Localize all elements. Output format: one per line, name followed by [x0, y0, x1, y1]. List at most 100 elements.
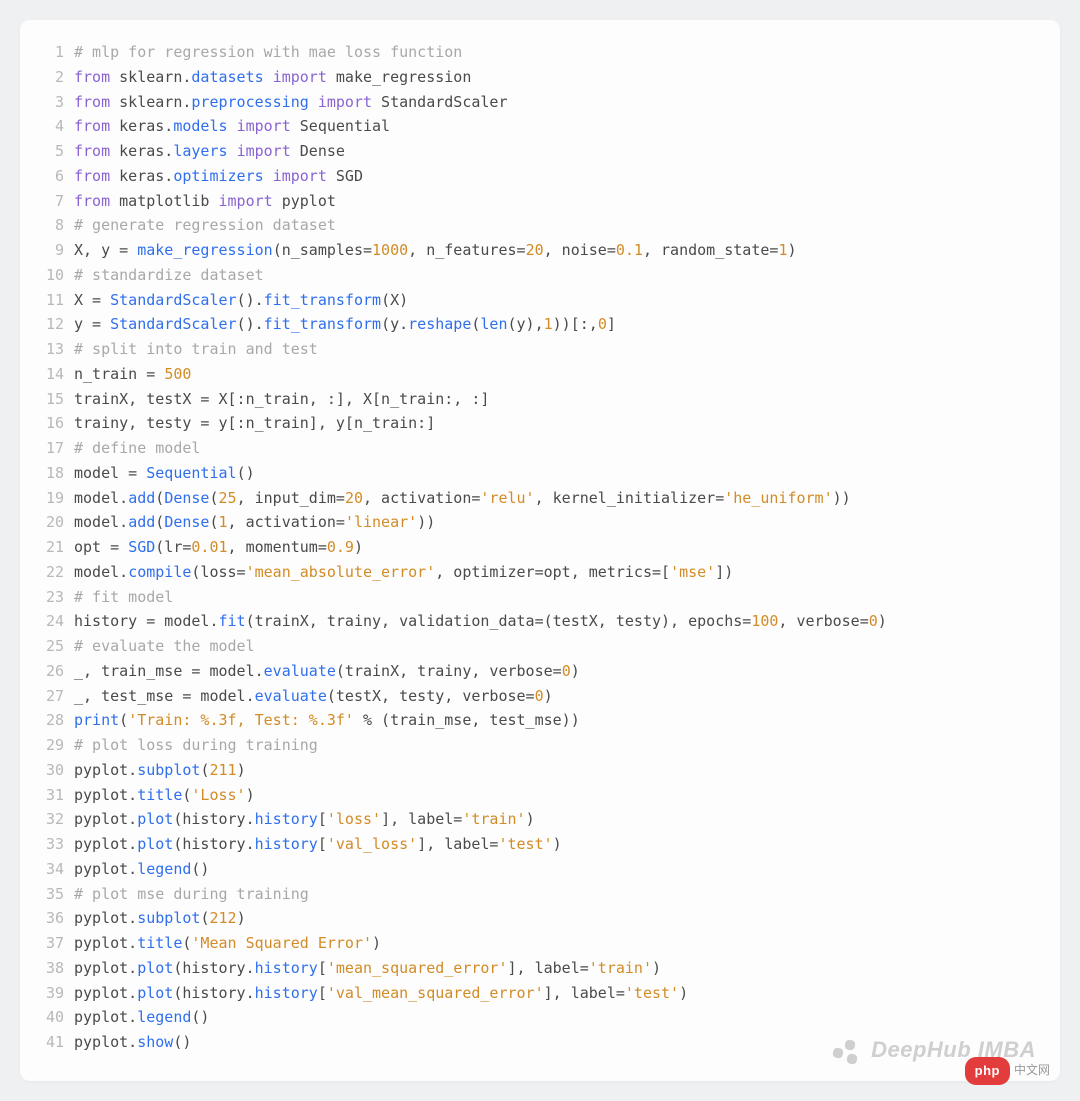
code-line: 14n_train = 500	[22, 362, 1042, 387]
line-number: 4	[22, 114, 74, 139]
line-number: 25	[22, 634, 74, 659]
code-content: from keras.layers import Dense	[74, 139, 345, 164]
code-content: pyplot.show()	[74, 1030, 191, 1055]
code-line: 7from matplotlib import pyplot	[22, 189, 1042, 214]
code-content: # fit model	[74, 585, 173, 610]
code-content: # plot loss during training	[74, 733, 318, 758]
code-content: pyplot.title('Mean Squared Error')	[74, 931, 381, 956]
code-content: # define model	[74, 436, 200, 461]
code-line: 13# split into train and test	[22, 337, 1042, 362]
code-content: from keras.models import Sequential	[74, 114, 390, 139]
code-line: 2from sklearn.datasets import make_regre…	[22, 65, 1042, 90]
code-line: 16trainy, testy = y[:n_train], y[n_train…	[22, 411, 1042, 436]
line-number: 12	[22, 312, 74, 337]
code-line: 15trainX, testX = X[:n_train, :], X[n_tr…	[22, 387, 1042, 412]
line-number: 33	[22, 832, 74, 857]
code-content: from sklearn.preprocessing import Standa…	[74, 90, 508, 115]
code-content: model.add(Dense(1, activation='linear'))	[74, 510, 435, 535]
code-content: pyplot.plot(history.history['val_loss'],…	[74, 832, 562, 857]
line-number: 32	[22, 807, 74, 832]
code-line: 26_, train_mse = model.evaluate(trainX, …	[22, 659, 1042, 684]
code-line: 23# fit model	[22, 585, 1042, 610]
code-line: 24history = model.fit(trainX, trainy, va…	[22, 609, 1042, 634]
line-number: 38	[22, 956, 74, 981]
line-number: 2	[22, 65, 74, 90]
line-number: 34	[22, 857, 74, 882]
code-line: 36pyplot.subplot(212)	[22, 906, 1042, 931]
code-content: model = Sequential()	[74, 461, 255, 486]
line-number: 24	[22, 609, 74, 634]
line-number: 7	[22, 189, 74, 214]
code-line: 9X, y = make_regression(n_samples=1000, …	[22, 238, 1042, 263]
code-content: # plot mse during training	[74, 882, 309, 907]
code-content: pyplot.subplot(212)	[74, 906, 246, 931]
line-number: 35	[22, 882, 74, 907]
code-card: 1# mlp for regression with mae loss func…	[20, 20, 1060, 1081]
line-number: 28	[22, 708, 74, 733]
code-content: from matplotlib import pyplot	[74, 189, 336, 214]
code-line: 11X = StandardScaler().fit_transform(X)	[22, 288, 1042, 313]
php-badge: php 中文网	[965, 1057, 1050, 1084]
php-suffix: 中文网	[1014, 1061, 1050, 1081]
line-number: 15	[22, 387, 74, 412]
code-content: from sklearn.datasets import make_regres…	[74, 65, 471, 90]
code-content: pyplot.title('Loss')	[74, 783, 255, 808]
line-number: 19	[22, 486, 74, 511]
line-number: 6	[22, 164, 74, 189]
line-number: 17	[22, 436, 74, 461]
code-content: _, test_mse = model.evaluate(testX, test…	[74, 684, 553, 709]
line-number: 1	[22, 40, 74, 65]
code-line: 4from keras.models import Sequential	[22, 114, 1042, 139]
line-number: 9	[22, 238, 74, 263]
line-number: 23	[22, 585, 74, 610]
code-content: pyplot.plot(history.history['loss'], lab…	[74, 807, 535, 832]
code-line: 1# mlp for regression with mae loss func…	[22, 40, 1042, 65]
code-line: 3from sklearn.preprocessing import Stand…	[22, 90, 1042, 115]
line-number: 27	[22, 684, 74, 709]
code-line: 32pyplot.plot(history.history['loss'], l…	[22, 807, 1042, 832]
code-content: model.add(Dense(25, input_dim=20, activa…	[74, 486, 851, 511]
code-line: 31pyplot.title('Loss')	[22, 783, 1042, 808]
line-number: 21	[22, 535, 74, 560]
code-line: 40pyplot.legend()	[22, 1005, 1042, 1030]
code-line: 8# generate regression dataset	[22, 213, 1042, 238]
code-content: pyplot.legend()	[74, 857, 209, 882]
line-number: 10	[22, 263, 74, 288]
code-content: trainX, testX = X[:n_train, :], X[n_trai…	[74, 387, 489, 412]
code-line: 39pyplot.plot(history.history['val_mean_…	[22, 981, 1042, 1006]
code-content: y = StandardScaler().fit_transform(y.res…	[74, 312, 616, 337]
code-content: X, y = make_regression(n_samples=1000, n…	[74, 238, 797, 263]
code-content: n_train = 500	[74, 362, 191, 387]
line-number: 8	[22, 213, 74, 238]
line-number: 11	[22, 288, 74, 313]
line-number: 14	[22, 362, 74, 387]
line-number: 29	[22, 733, 74, 758]
code-content: # standardize dataset	[74, 263, 264, 288]
wechat-icon	[833, 1040, 861, 1062]
code-line: 37pyplot.title('Mean Squared Error')	[22, 931, 1042, 956]
code-line: 18model = Sequential()	[22, 461, 1042, 486]
code-content: # mlp for regression with mae loss funct…	[74, 40, 462, 65]
code-line: 22model.compile(loss='mean_absolute_erro…	[22, 560, 1042, 585]
code-line: 5from keras.layers import Dense	[22, 139, 1042, 164]
code-line: 10# standardize dataset	[22, 263, 1042, 288]
code-line: 6from keras.optimizers import SGD	[22, 164, 1042, 189]
line-number: 30	[22, 758, 74, 783]
code-content: # generate regression dataset	[74, 213, 336, 238]
code-line: 30pyplot.subplot(211)	[22, 758, 1042, 783]
code-content: pyplot.plot(history.history['mean_square…	[74, 956, 661, 981]
code-content: history = model.fit(trainX, trainy, vali…	[74, 609, 887, 634]
line-number: 37	[22, 931, 74, 956]
line-number: 41	[22, 1030, 74, 1055]
code-line: 27_, test_mse = model.evaluate(testX, te…	[22, 684, 1042, 709]
code-content: pyplot.plot(history.history['val_mean_sq…	[74, 981, 688, 1006]
line-number: 3	[22, 90, 74, 115]
line-number: 36	[22, 906, 74, 931]
code-content: pyplot.subplot(211)	[74, 758, 246, 783]
code-content: trainy, testy = y[:n_train], y[n_train:]	[74, 411, 435, 436]
code-line: 35# plot mse during training	[22, 882, 1042, 907]
line-number: 13	[22, 337, 74, 362]
line-number: 40	[22, 1005, 74, 1030]
line-number: 39	[22, 981, 74, 1006]
code-line: 33pyplot.plot(history.history['val_loss'…	[22, 832, 1042, 857]
